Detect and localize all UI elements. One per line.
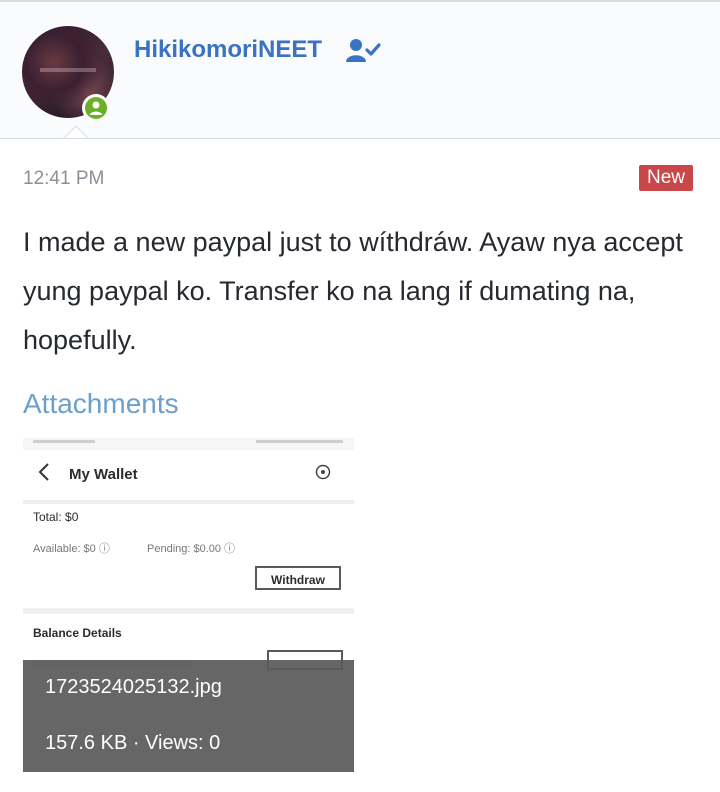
- header-pointer: [64, 125, 88, 139]
- thumbnail-title: My Wallet: [69, 466, 138, 483]
- thumbnail-statusbar: [33, 440, 343, 443]
- thumbnail-total: Total: $0: [33, 510, 79, 524]
- thumbnail-pending: Pending: $0.00 ⓘ: [147, 543, 236, 555]
- post-header: HikikomoriNEET: [0, 2, 720, 139]
- attachment-meta: 157.6 KB · Views: 0: [45, 732, 221, 754]
- online-user-icon: [90, 101, 102, 115]
- thumbnail-withdraw-button: Withdraw: [255, 566, 341, 590]
- post-message: I made a new paypal just to wíthdráw. Ay…: [23, 227, 683, 355]
- thumbnail-balance-title: Balance Details: [33, 626, 122, 640]
- help-icon: [315, 464, 331, 480]
- new-badge: New: [639, 165, 694, 191]
- attachment-item[interactable]: My Wallet Total: $0 Available: $0 ⓘ Pend…: [23, 438, 354, 772]
- online-status-badge: [82, 94, 110, 122]
- attachments-heading: Attachments: [23, 388, 179, 419]
- user-check-icon: [346, 39, 381, 62]
- avatar-detail: [40, 68, 96, 72]
- post-timestamp[interactable]: 12:41 PM: [23, 168, 104, 190]
- attachment-filename: 1723524025132.jpg: [45, 676, 222, 698]
- thumbnail-available: Available: $0 ⓘ: [33, 543, 110, 555]
- back-chevron-icon: [38, 463, 49, 481]
- username-link[interactable]: HikikomoriNEET: [134, 36, 322, 64]
